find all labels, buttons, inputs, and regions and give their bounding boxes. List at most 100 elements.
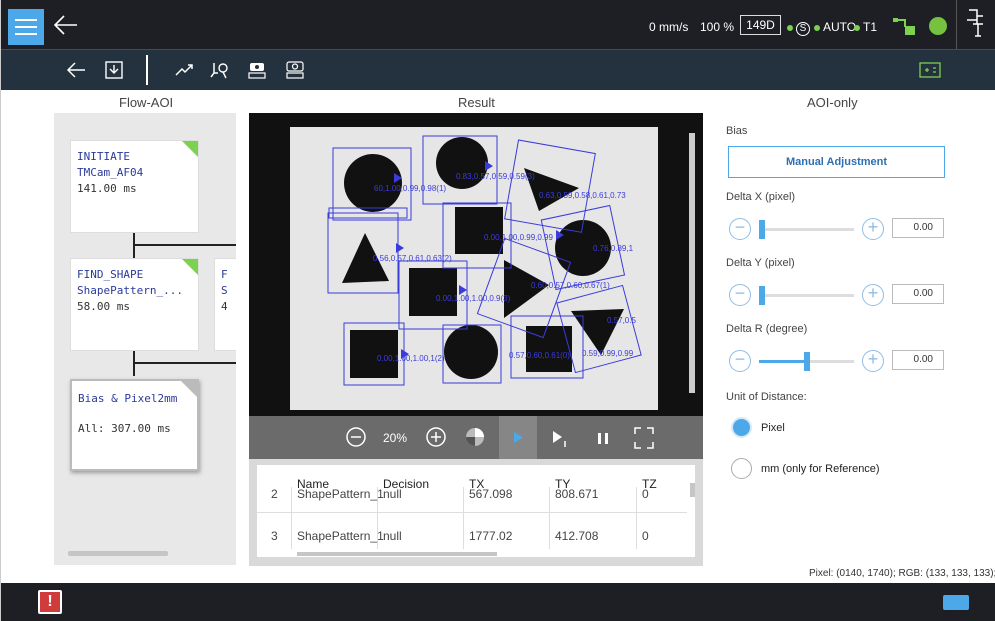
detection-label: 0.60,0.57,0.60,0.67(1) [531, 281, 610, 290]
pause-icon[interactable] [592, 425, 614, 451]
delta-r-value[interactable]: 0.00 [892, 350, 944, 370]
shape-circle [444, 325, 498, 379]
unit-mm-radio[interactable] [731, 458, 752, 479]
flow-node-initiate[interactable]: INITIATE TMCam_AF04 141.00 ms [70, 140, 199, 233]
zoom-out-icon[interactable] [344, 424, 368, 450]
cell-ty: 412.708 [555, 529, 599, 543]
delta-y-slider-row: − + 0.00 [729, 284, 949, 308]
delta-y-label: Delta Y (pixel) [726, 257, 795, 269]
fullscreen-icon[interactable] [632, 425, 656, 451]
auto-mode-status: AUTO [814, 20, 856, 34]
detection-label: 0.76,0.89,1 [593, 244, 634, 253]
aoi-only-title: AOI-only [807, 95, 858, 110]
flow-aoi-title: Flow-AOI [119, 95, 174, 110]
delta-r-label: Delta R (degree) [726, 323, 808, 335]
speed-readout: 0 mm/s [649, 20, 689, 34]
slider-thumb[interactable] [804, 352, 810, 371]
unit-pixel-label[interactable]: Pixel [761, 422, 785, 434]
detection-label: 0.63,0.59,0.58,0.61,0.73 [539, 191, 626, 200]
node-time: All: 307.00 ms [78, 422, 171, 435]
t1-status: T1 [854, 20, 877, 34]
trend-icon[interactable] [171, 57, 197, 83]
detection-label: 0.56,0.57,0.61,0.63(2) [373, 254, 452, 263]
flow-aoi-panel: INITIATE TMCam_AF04 141.00 ms FIND_SHAPE… [54, 113, 236, 565]
plus-button[interactable]: + [862, 350, 884, 372]
back-arrow-icon[interactable] [63, 57, 89, 83]
keyboard-icon[interactable] [943, 595, 969, 610]
node-sub: TMCam_AF04 [77, 166, 144, 179]
shape-circle [344, 154, 402, 212]
cell-tx: 567.098 [469, 487, 513, 501]
minus-button[interactable]: − [729, 218, 751, 240]
flow-node-partial[interactable]: F S 4 [214, 258, 236, 351]
row-index: 2 [271, 487, 278, 501]
table-vertical-scrollbar[interactable] [690, 483, 695, 497]
detection-label: 0.59,0.99,0.99 [582, 349, 634, 358]
slider-fill [759, 360, 807, 363]
delta-r-slider-row: − + 0.00 [729, 350, 949, 374]
node-time: 58.00 ms [77, 300, 130, 313]
node-time: 4 [221, 300, 228, 313]
speed-setting-box[interactable]: 149D [740, 15, 781, 35]
robot-flange-icon[interactable] [963, 8, 987, 40]
shape-square [455, 207, 503, 254]
alert-icon[interactable]: ! [38, 590, 62, 614]
unit-pixel-radio[interactable] [731, 417, 752, 438]
zoom-level: 20% [383, 431, 408, 445]
table-horizontal-scrollbar[interactable] [297, 552, 497, 556]
play-button[interactable] [499, 416, 537, 459]
toolbar [1, 49, 995, 90]
delta-x-slider[interactable] [759, 220, 854, 239]
horizontal-scrollbar[interactable] [68, 551, 168, 556]
safety-s-icon: S [796, 22, 810, 36]
node-name: F [221, 268, 228, 281]
delta-y-value[interactable]: 0.00 [892, 284, 944, 304]
cell-decision: null [383, 529, 402, 543]
node-name: Bias & Pixel2mm [78, 392, 178, 405]
row-index: 3 [271, 529, 278, 543]
cell-tz: 0 [642, 529, 649, 543]
color-mode-icon[interactable] [463, 424, 487, 450]
camera-icon[interactable] [244, 57, 270, 83]
flow-node-bias-pixel2mm[interactable]: Bias & Pixel2mm All: 307.00 ms [70, 379, 199, 471]
top-status-bar: 0 mm/s 100 % 149D S AUTO T1 [1, 0, 995, 49]
expand-view-icon[interactable] [919, 62, 941, 78]
slider-thumb[interactable] [759, 286, 765, 305]
minus-button[interactable]: − [729, 284, 751, 306]
pixel-info-readout: Pixel: (0140, 1740); RGB: (133, 133, 133… [809, 568, 995, 579]
hamburger-menu-button[interactable] [8, 9, 44, 45]
delta-r-slider[interactable] [759, 352, 854, 371]
delta-y-slider[interactable] [759, 286, 854, 305]
image-viewer[interactable]: 0.83,0.57,0.59,0.59(3) 60,1.00,0.99,0.98… [249, 113, 703, 416]
delta-x-label: Delta X (pixel) [726, 191, 796, 203]
pin-locate-icon[interactable] [206, 57, 232, 83]
node-name: FIND_SHAPE [77, 268, 144, 281]
detection-label: 60,1.00,0.99,0.98(1) [374, 184, 446, 193]
save-icon[interactable] [101, 57, 127, 83]
step-forward-icon[interactable] [549, 425, 571, 451]
minus-button[interactable]: − [729, 350, 751, 372]
plus-button[interactable]: + [862, 284, 884, 306]
robot-arm-icon[interactable] [893, 14, 917, 36]
plus-button[interactable]: + [862, 218, 884, 240]
camera-settings-icon[interactable] [282, 57, 308, 83]
zoom-in-icon[interactable] [424, 424, 448, 450]
unit-of-distance-label: Unit of Distance: [726, 391, 807, 403]
detection-label: 0.00,1.00,0.99,0.99 [484, 233, 554, 242]
delta-x-value[interactable]: 0.00 [892, 218, 944, 238]
back-arrow-icon[interactable] [51, 12, 81, 38]
detection-label: 0.00,1.00,1.00,1(2) [377, 354, 445, 363]
result-panel: 0.83,0.57,0.59,0.59(3) 60,1.00,0.99,0.98… [249, 113, 703, 566]
play-icon [514, 432, 523, 443]
cell-decision: null [383, 487, 402, 501]
speed-percent: 100 % [700, 20, 735, 34]
cell-name: ShapePattern_1 [297, 529, 384, 543]
auto-mode-label: AUTO [823, 20, 857, 34]
camera-image: 0.83,0.57,0.59,0.59(3) 60,1.00,0.99,0.98… [290, 127, 695, 410]
connection-status-icon [929, 17, 947, 35]
manual-adjustment-button[interactable]: Manual Adjustment [728, 146, 945, 178]
slider-thumb[interactable] [759, 220, 765, 239]
flow-node-find-shape[interactable]: FIND_SHAPE ShapePattern_... 58.00 ms [70, 258, 199, 351]
status-dot-icon [787, 24, 793, 31]
unit-mm-label[interactable]: mm (only for Reference) [761, 463, 880, 475]
